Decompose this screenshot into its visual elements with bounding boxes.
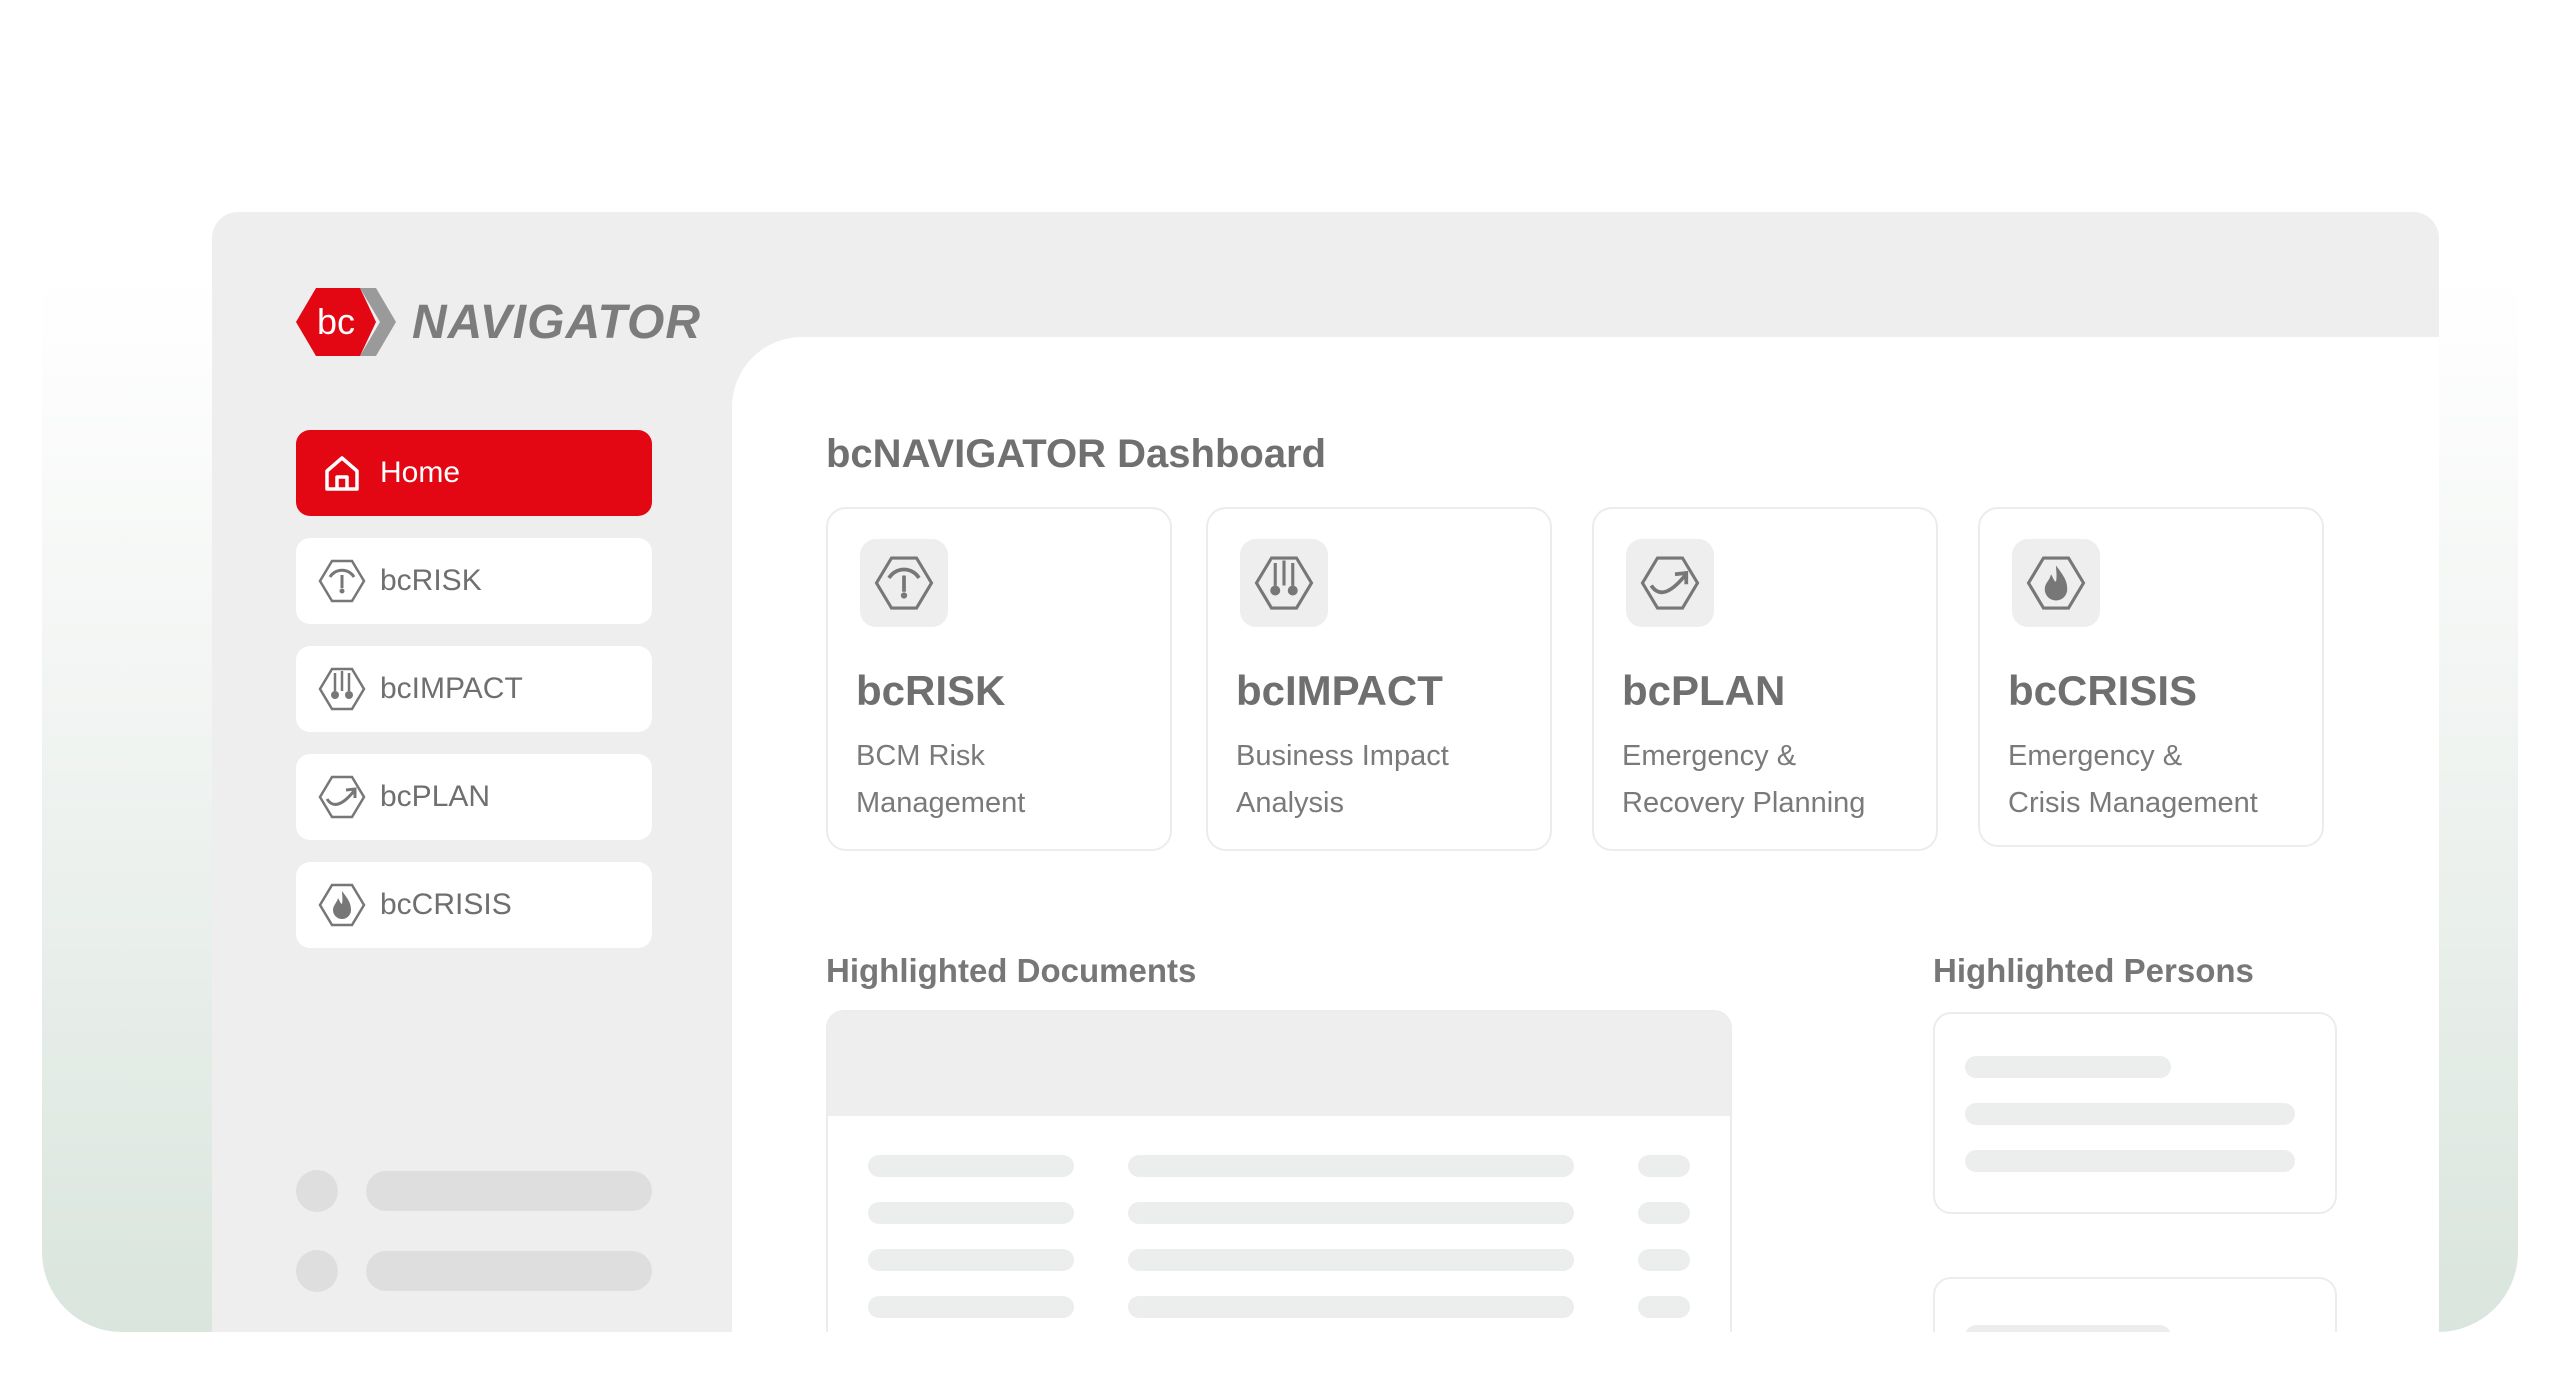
- sidebar-item-label: bcRISK: [380, 564, 482, 597]
- card-desc-line: Emergency &: [2008, 740, 2183, 772]
- documents-section-title: Highlighted Documents: [826, 952, 1197, 989]
- text-placeholder: [1965, 1056, 2171, 1078]
- app-name: NAVIGATOR: [412, 295, 702, 349]
- text-placeholder: [366, 1251, 652, 1291]
- text-placeholder: [366, 1171, 652, 1211]
- app-window: bc NAVIGATOR Home bcRISK bcIMPACT bcPLAN…: [212, 212, 2439, 1332]
- card-title: bcRISK: [856, 667, 1006, 714]
- table-row[interactable]: [868, 1249, 1698, 1271]
- sidebar-item-home[interactable]: Home: [296, 430, 652, 516]
- outer-frame: bc NAVIGATOR Home bcRISK bcIMPACT bcPLAN…: [42, 42, 2518, 1332]
- card-bcimpact[interactable]: bcIMPACT Business Impact Analysis: [1206, 507, 1552, 851]
- sidebar-item-bcrisk[interactable]: bcRISK: [296, 538, 652, 624]
- documents-table: [826, 1010, 1732, 1332]
- avatar-placeholder: [296, 1250, 338, 1292]
- card-desc-line: Crisis Management: [2008, 787, 2258, 819]
- card-description: Business Impact Analysis: [1236, 733, 1536, 827]
- card-bccrisis[interactable]: bcCRISIS Emergency & Crisis Management: [1978, 507, 2324, 847]
- person-card[interactable]: [1933, 1012, 2337, 1214]
- home-icon: [318, 449, 366, 497]
- text-placeholder: [1965, 1150, 2295, 1172]
- sidebar-item-label: bcCRISIS: [380, 888, 512, 921]
- gauge-icon: [318, 557, 366, 605]
- sidebar-item-label: bcPLAN: [380, 780, 491, 813]
- card-bcrisk[interactable]: bcRISK BCM Risk Management: [826, 507, 1172, 851]
- table-row[interactable]: [868, 1202, 1698, 1224]
- text-placeholder: [1965, 1103, 2295, 1125]
- flame-icon: [2012, 539, 2100, 627]
- card-title: bcCRISIS: [2008, 667, 2198, 714]
- card-description: Emergency & Crisis Management: [2008, 733, 2308, 827]
- table-row[interactable]: [868, 1296, 1698, 1318]
- plan-arrow-icon: [1626, 539, 1714, 627]
- card-description: BCM Risk Management: [856, 733, 1156, 827]
- card-description: Emergency & Recovery Planning: [1622, 733, 1922, 827]
- impact-icon: [318, 665, 366, 713]
- sidebar-item-bcplan[interactable]: bcPLAN: [296, 754, 652, 840]
- flame-icon: [318, 881, 366, 929]
- card-desc-line: BCM Risk: [856, 740, 985, 772]
- card-bcplan[interactable]: bcPLAN Emergency & Recovery Planning: [1592, 507, 1938, 851]
- page-title: bcNAVIGATOR Dashboard: [826, 432, 1327, 476]
- persons-section-title: Highlighted Persons: [1933, 952, 2254, 989]
- sidebar-item-bcimpact[interactable]: bcIMPACT: [296, 646, 652, 732]
- svg-text:bc: bc: [317, 301, 355, 342]
- plan-arrow-icon: [318, 773, 366, 821]
- avatar-placeholder: [296, 1170, 338, 1212]
- gauge-icon: [860, 539, 948, 627]
- table-row[interactable]: [868, 1155, 1698, 1177]
- sidebar-footer-placeholder: [296, 1250, 652, 1292]
- card-desc-line: Business Impact: [1236, 740, 1449, 772]
- card-title: bcIMPACT: [1236, 667, 1443, 714]
- bc-logo-icon: bc: [296, 288, 396, 356]
- sidebar-item-label: Home: [380, 456, 461, 489]
- main-content: bcNAVIGATOR Dashboard bcRISK BCM Risk Ma…: [732, 337, 2439, 1332]
- sidebar-item-bccrisis[interactable]: bcCRISIS: [296, 862, 652, 948]
- card-desc-line: Recovery Planning: [1622, 787, 1866, 819]
- table-header: [828, 1012, 1730, 1116]
- text-placeholder: [1965, 1325, 2171, 1332]
- card-desc-line: Emergency &: [1622, 740, 1797, 772]
- sidebar: bc NAVIGATOR Home bcRISK bcIMPACT bcPLAN…: [212, 212, 732, 1332]
- sidebar-footer-placeholder: [296, 1170, 652, 1212]
- sidebar-item-label: bcIMPACT: [380, 672, 523, 705]
- person-card[interactable]: [1933, 1277, 2337, 1332]
- card-title: bcPLAN: [1622, 667, 1786, 714]
- impact-icon: [1240, 539, 1328, 627]
- sidebar-nav: Home bcRISK bcIMPACT bcPLAN bcCRISIS: [296, 430, 652, 970]
- card-desc-line: Management: [856, 787, 1026, 819]
- app-logo[interactable]: bc NAVIGATOR: [296, 288, 701, 356]
- card-desc-line: Analysis: [1236, 787, 1344, 819]
